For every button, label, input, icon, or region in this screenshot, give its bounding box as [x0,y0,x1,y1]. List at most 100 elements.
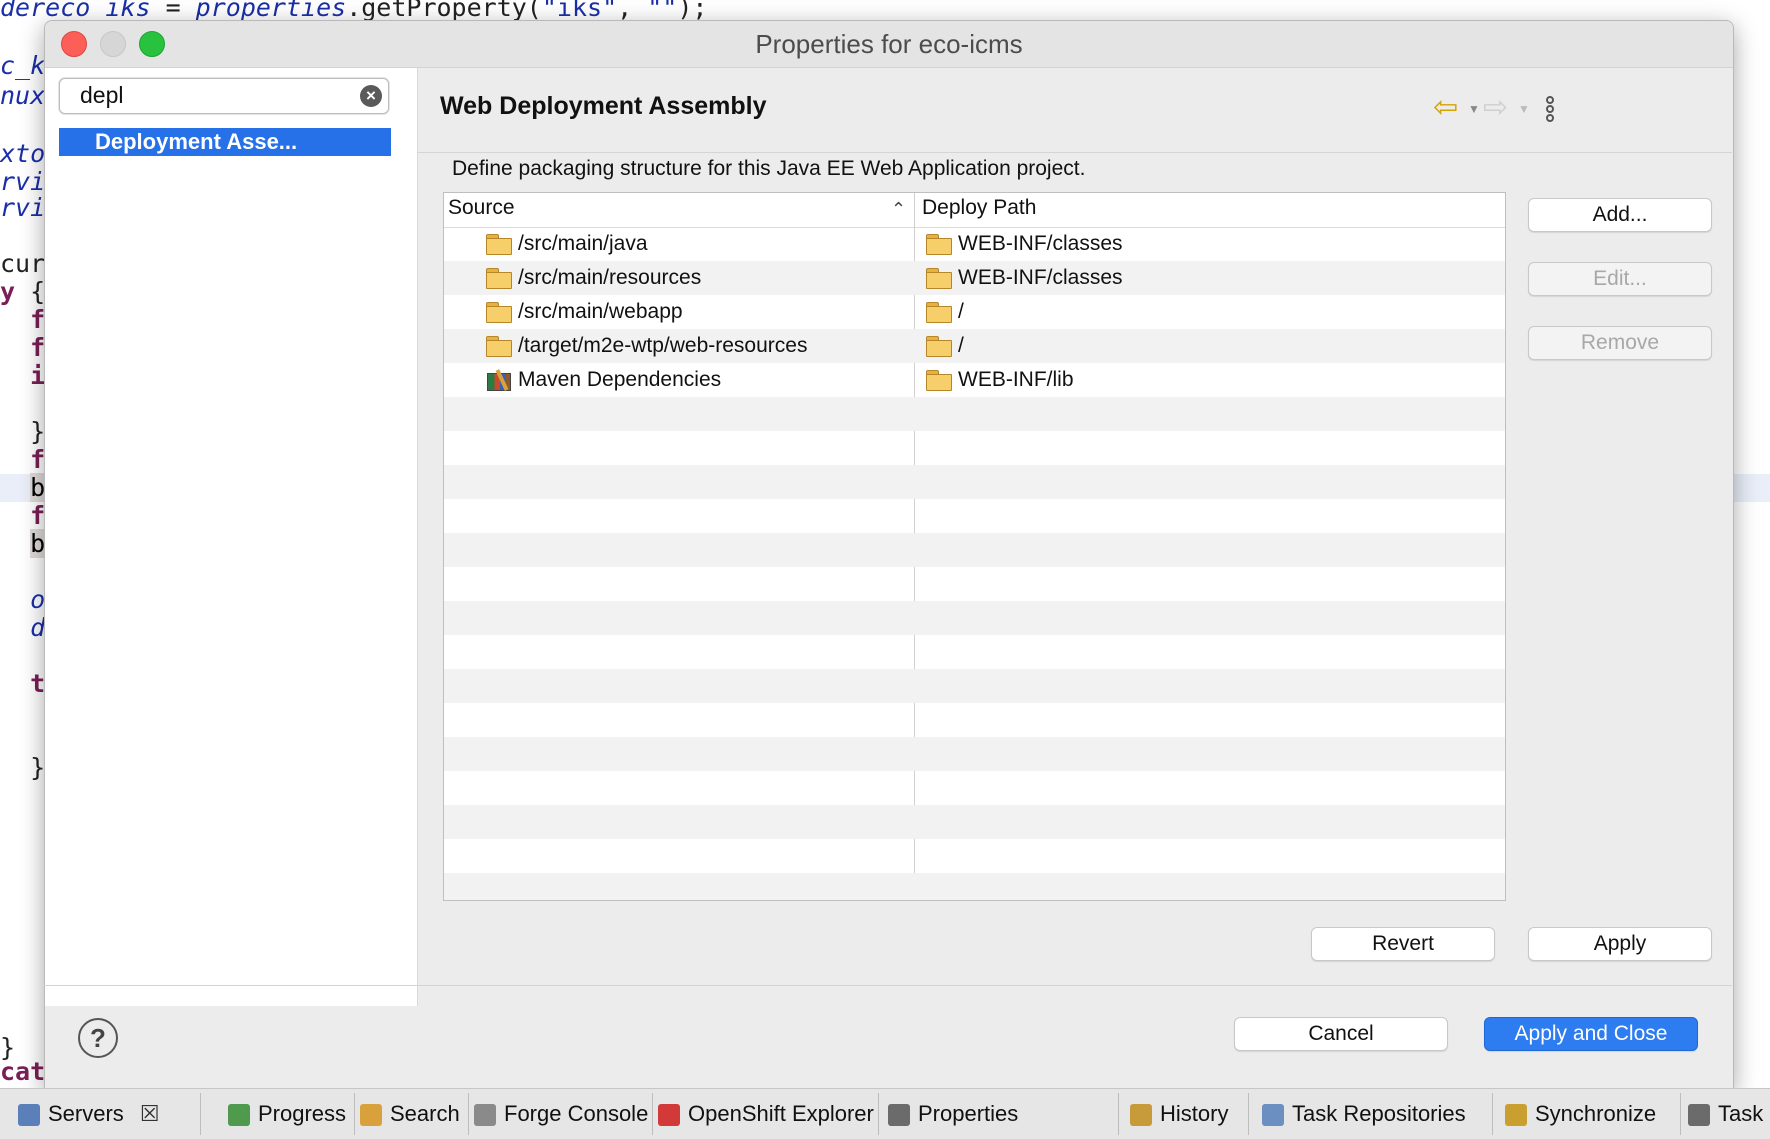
deployment-assembly-table[interactable]: Source ⌃ Deploy Path /src/main/java WEB-I… [443,192,1506,901]
tab-servers[interactable]: Servers ☒ [18,1089,160,1139]
code-token: f [30,333,46,362]
code-token: nux [0,81,46,110]
back-history-dropdown-icon[interactable]: ▼ [1468,102,1480,116]
table-row[interactable] [444,805,1505,839]
add-button[interactable]: Add... [1528,198,1712,232]
table-row[interactable] [444,873,1505,900]
apply-and-close-button[interactable]: Apply and Close [1484,1017,1698,1051]
tab-progress[interactable]: Progress [228,1089,346,1139]
code-line: y { [0,278,45,306]
table-row[interactable] [444,771,1505,805]
deploy-path: WEB-INF/lib [958,368,1074,391]
table-row[interactable] [444,499,1505,533]
forge-console-icon [474,1104,496,1127]
tab-task[interactable]: Task [1688,1089,1763,1139]
forward-history-dropdown-icon: ▼ [1518,102,1530,116]
table-row[interactable] [444,465,1505,499]
deploy-path-cell[interactable]: / [926,329,964,363]
table-row[interactable] [444,839,1505,873]
code-token: rvi [0,193,46,222]
tab-task-repositories[interactable]: Task Repositories [1262,1089,1466,1139]
column-header-deploy-path[interactable]: Deploy Path [922,196,1036,220]
source-cell[interactable]: /src/main/webapp [486,295,683,329]
code-token: d [30,613,46,642]
table-row[interactable] [444,431,1505,465]
source-cell[interactable]: /target/m2e-wtp/web-resources [486,329,807,363]
code-token: f [30,445,46,474]
column-header-source[interactable]: Source [448,196,515,220]
code-line: } [0,754,45,782]
close-tab-icon[interactable]: ☒ [134,1101,160,1126]
tab-label: Task [1718,1101,1764,1126]
source-cell[interactable]: Maven Dependencies [486,363,721,397]
apply-button[interactable]: Apply [1528,927,1712,961]
clear-filter-icon[interactable]: × [360,85,382,107]
tab-separator [1248,1093,1249,1135]
filter-input-value[interactable]: depl [80,82,123,109]
code-line: f [0,334,45,362]
table-row[interactable]: /target/m2e-wtp/web-resources / [444,329,1505,363]
code-line: t [0,670,45,698]
deploy-path-cell[interactable]: WEB-INF/lib [926,363,1074,397]
tab-search[interactable]: Search [360,1089,460,1139]
code-line: i [0,362,45,390]
tab-properties[interactable]: Properties [888,1089,1018,1139]
folder-icon [926,268,952,290]
back-arrow-icon[interactable]: ⇦ [1433,90,1458,125]
progress-icon [228,1104,250,1127]
cancel-button[interactable]: Cancel [1234,1017,1448,1051]
tab-history[interactable]: History [1130,1089,1228,1139]
revert-button[interactable]: Revert [1311,927,1495,961]
table-row[interactable] [444,635,1505,669]
code-token: cat [0,1057,46,1086]
source-cell[interactable]: /src/main/java [486,227,648,261]
tab-separator [1680,1093,1681,1135]
filter-input[interactable]: depl × [59,78,389,114]
tab-separator [468,1093,469,1135]
table-row[interactable]: /src/main/resources WEB-INF/classes [444,261,1505,295]
code-line: xto [0,140,45,168]
code-token: { [15,277,46,306]
code-token: b [30,529,46,558]
deploy-path-cell[interactable]: WEB-INF/classes [926,261,1123,295]
tab-synchronize[interactable]: Synchronize [1505,1089,1656,1139]
code-token: "" [647,0,678,22]
tab-label: History [1160,1101,1229,1126]
deploy-path: WEB-INF/classes [958,266,1123,289]
deploy-path-cell[interactable]: WEB-INF/classes [926,227,1123,261]
table-row[interactable] [444,533,1505,567]
code-token: = [150,0,196,22]
table-row[interactable] [444,669,1505,703]
tab-label: OpenShift Explorer [688,1101,874,1126]
edit-button[interactable]: Edit... [1528,262,1712,296]
table-body: /src/main/java WEB-INF/classes/src/main/r… [444,227,1505,900]
tab-openshift-explorer[interactable]: OpenShift Explorer [658,1089,874,1139]
source-cell[interactable]: /src/main/resources [486,261,701,295]
table-row[interactable]: /src/main/java WEB-INF/classes [444,227,1505,261]
tab-label: Search [390,1101,460,1126]
view-menu-icon[interactable] [1546,96,1558,126]
search-icon [360,1104,382,1127]
deploy-path-cell[interactable]: / [926,295,964,329]
table-row[interactable] [444,567,1505,601]
folder-icon [486,302,512,324]
tab-forge-console[interactable]: Forge Console [474,1089,648,1139]
table-row[interactable] [444,703,1505,737]
task-icon [1688,1104,1710,1127]
table-row[interactable] [444,601,1505,635]
table-row[interactable]: /src/main/webapp / [444,295,1505,329]
table-row[interactable] [444,737,1505,771]
task-repositories-icon [1262,1104,1284,1127]
help-icon[interactable]: ? [78,1018,118,1058]
table-row[interactable]: Maven Dependencies WEB-INF/lib [444,363,1505,397]
nav-item-deployment-assembly[interactable]: Deployment Asse... [59,128,391,156]
remove-button[interactable]: Remove [1528,326,1712,360]
tab-separator [200,1093,201,1135]
deploy-path: / [958,334,964,357]
sort-ascending-icon[interactable]: ⌃ [891,199,906,220]
code-line: } [0,418,45,446]
table-row[interactable] [444,397,1505,431]
properties-icon [888,1104,910,1127]
